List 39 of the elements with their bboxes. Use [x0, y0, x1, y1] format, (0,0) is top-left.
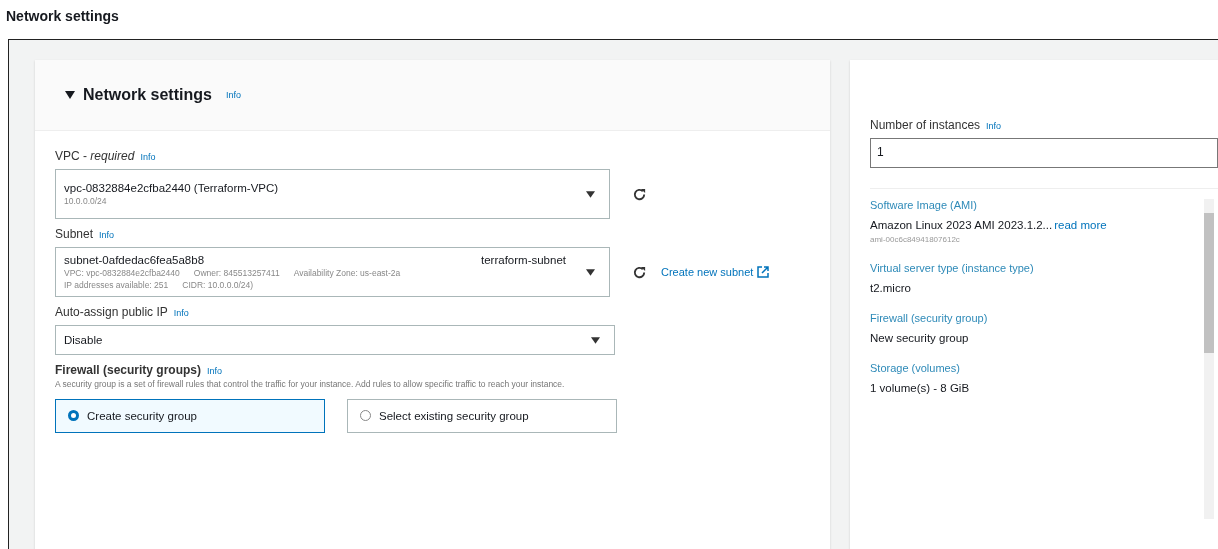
info-link[interactable]: Info [99, 230, 115, 240]
field-label: VPC - required [55, 149, 135, 163]
field-label: Auto-assign public IP [55, 305, 168, 319]
summary-link[interactable]: Storage (volumes) [870, 362, 1204, 374]
summary-value: 1 volume(s) - 8 GiB [870, 382, 970, 394]
info-link[interactable]: Info [173, 308, 189, 318]
field-label: Firewall (security groups) [55, 363, 202, 377]
refresh-icon[interactable] [632, 186, 647, 202]
summary-link[interactable]: Software Image (AMI) [870, 199, 1204, 211]
summary-value: t2.micro [870, 282, 911, 294]
summary-link[interactable]: Virtual server type (instance type) [870, 262, 1204, 274]
subnet-select[interactable]: subnet-0afdedac6fea5a8b8 terraform-subnet VPC: vpc-0832884e2cfba2440 Owner: 845513257411 Availability Zone: us-east-2a IP addresses available: 251 CIDR: 10.0.0.0/24) [55, 247, 610, 297]
dropdown-icon [591, 336, 600, 344]
field-description: A security group is a set of firewall rules that control the traffic for your instance. Add rules to allow specific traffic to reach your instance. [55, 379, 566, 391]
field-label: Subnet [55, 227, 94, 241]
vpc-select[interactable]: vpc-0832884e2cfba2440 (Terraform-VPC) 10.0.0.0/24 [55, 169, 610, 219]
caret-icon[interactable] [65, 91, 75, 99]
auto-assign-select[interactable]: Disable [55, 325, 615, 355]
info-link[interactable]: Info [140, 152, 156, 162]
refresh-icon[interactable] [632, 264, 647, 280]
create-subnet-link[interactable]: Create new subnet [661, 266, 754, 278]
summary-detail: ami-00c6c84941807612c [870, 235, 961, 244]
radio-option[interactable]: Select existing security group [347, 398, 617, 433]
summary-value: Amazon Linux 2023 AMI 2023.1.2... [870, 219, 1053, 231]
summary-value: New security group [870, 332, 969, 344]
summary-link[interactable]: Firewall (security group) [870, 312, 1204, 324]
dropdown-icon [586, 190, 595, 198]
instances-input[interactable]: 1 [870, 138, 1218, 168]
radio-option[interactable]: Create security group [55, 398, 325, 433]
page-title: Network settings [5, 7, 120, 26]
scrollbar[interactable] [1204, 199, 1214, 519]
read-more-link[interactable]: read more [1054, 219, 1107, 231]
field-label: Number of instances [870, 118, 981, 132]
info-link[interactable]: Info [225, 90, 241, 100]
dropdown-icon [586, 268, 595, 276]
section-title: Network settings [83, 86, 212, 104]
info-link[interactable]: Info [986, 121, 1002, 131]
info-link[interactable]: Info [207, 366, 223, 376]
external-link-icon [757, 266, 770, 278]
